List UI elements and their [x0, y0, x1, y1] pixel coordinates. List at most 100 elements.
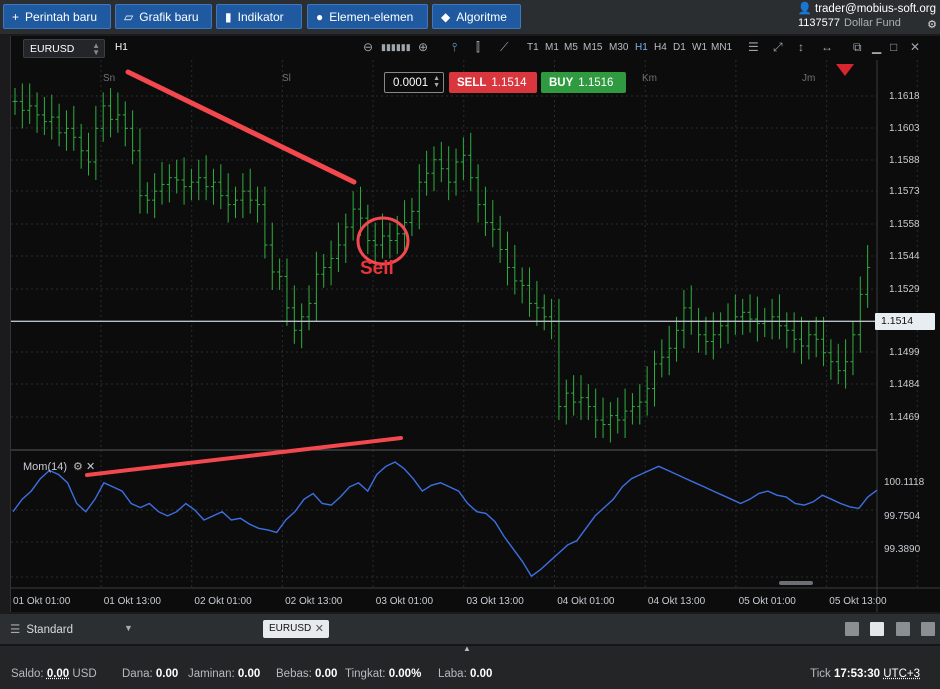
x-tick-label: 05 Okt 01:00 — [739, 596, 797, 607]
jaminan-status: Jaminan: 0.00 — [188, 668, 261, 680]
price-chart[interactable]: 1.1618 1.1603 1.1588 1.1573 1.1558 1.1544 1.15… — [11, 60, 940, 612]
y-tick-label: 1.1588 — [889, 155, 920, 166]
price-bar — [718, 312, 724, 349]
price-bar — [41, 96, 47, 136]
tf-w1[interactable]: W1 — [692, 42, 707, 53]
tab-eurusd[interactable]: EURUSD ✕ — [263, 620, 329, 638]
y-tick-label: 1.1558 — [889, 219, 920, 230]
server-clock: Tick 17:53:30 UTC+3 — [810, 668, 920, 680]
price-bar — [828, 339, 834, 380]
maximize-icon[interactable]: □ — [890, 40, 897, 54]
indicator-button[interactable]: ▮ Indikator — [216, 4, 302, 29]
tf-m1[interactable]: M1 — [545, 42, 559, 53]
horizontal-line-icon[interactable]: ↔ — [821, 40, 833, 54]
price-bar — [291, 285, 297, 344]
tf-m15[interactable]: M15 — [583, 42, 602, 53]
price-bar — [255, 186, 261, 223]
x-tick-label: 02 Okt 13:00 — [285, 596, 343, 607]
y-tick-label: 1.1603 — [889, 123, 920, 134]
layout-columns-icon[interactable] — [896, 622, 910, 636]
tf-h4[interactable]: H4 — [654, 42, 667, 53]
tf-m30[interactable]: M30 — [609, 42, 628, 53]
price-bar — [637, 384, 643, 425]
price-bar — [475, 164, 481, 223]
bar-type-icon[interactable]: ⫯ — [452, 40, 457, 55]
price-bar — [593, 388, 599, 438]
bebas-status: Bebas: 0.00 — [276, 668, 338, 680]
candle-type-icon[interactable]: ⫿ — [476, 40, 480, 55]
draw-line-icon[interactable]: ⤢ — [773, 40, 783, 55]
price-bar — [769, 298, 775, 340]
price-bar — [321, 254, 327, 288]
price-bar — [12, 87, 18, 115]
minimize-icon[interactable]: ▁ — [872, 40, 881, 54]
workspace-selector[interactable]: ☰ Standard — [10, 622, 73, 636]
tf-m5[interactable]: M5 — [564, 42, 578, 53]
price-bar — [19, 83, 25, 129]
popout-icon[interactable]: ⧉ — [853, 40, 862, 55]
price-bar — [850, 321, 856, 376]
price-bar — [857, 276, 863, 353]
indicator-tick-label: 99.7504 — [884, 511, 921, 522]
saldo-status: Saldo: 0.00 USD — [11, 668, 97, 680]
price-bar — [791, 312, 797, 353]
price-bar — [754, 296, 760, 342]
price-bar — [78, 123, 84, 169]
price-bar — [71, 105, 77, 151]
price-bar — [482, 186, 488, 237]
price-bar — [56, 103, 62, 147]
zoom-slider[interactable]: ▮▮▮▮▮▮ — [381, 42, 411, 53]
layout-grid-icon[interactable] — [870, 622, 884, 636]
price-bar — [269, 222, 275, 290]
tf-h1[interactable]: H1 — [635, 42, 648, 53]
x-tick-label: 04 Okt 01:00 — [557, 596, 615, 607]
sell-button[interactable]: SELL 1.1514 — [449, 72, 537, 93]
indicator-settings-icon[interactable]: ☰ — [748, 40, 759, 54]
layout-single-icon[interactable] — [845, 622, 859, 636]
price-bar — [798, 316, 804, 364]
panel-resize-handle[interactable]: ▲ — [463, 644, 477, 653]
price-bar — [453, 148, 459, 196]
chevron-down-icon[interactable]: ▼ — [124, 623, 133, 633]
zoom-in-icon[interactable]: ⊕ — [418, 40, 428, 54]
price-bar — [181, 157, 187, 205]
gear-icon[interactable]: ⚙ — [927, 18, 937, 31]
close-icon[interactable]: ✕ — [910, 40, 920, 54]
new-order-button[interactable]: + Perintah baru — [3, 4, 111, 29]
price-bar — [27, 83, 33, 124]
vertical-line-icon[interactable]: ↕ — [798, 40, 804, 54]
current-price-tag: 1.1514 — [875, 313, 935, 331]
quantity-input[interactable]: 0.0001 ▲ ▼ — [384, 72, 444, 93]
close-icon[interactable]: ✕ — [315, 622, 324, 635]
top-toolbar: + Perintah baru ▱ Grafik baru ▮ Indikato… — [0, 0, 940, 34]
close-icon[interactable]: ✕ — [86, 461, 95, 473]
price-bar — [519, 267, 525, 304]
momentum-line — [12, 461, 878, 578]
timezone-selector[interactable]: UTC+3 — [883, 668, 920, 680]
account-panel[interactable]: 👤 trader@mobius-soft.org 1137577 Dollar F… — [794, 0, 940, 34]
price-bar — [784, 312, 790, 349]
line-type-icon[interactable]: ⟋ — [500, 40, 508, 55]
price-bar — [210, 168, 216, 205]
zoom-out-icon[interactable]: ⊖ — [363, 40, 373, 54]
price-bar — [681, 289, 687, 349]
elements-button[interactable]: ● Elemen-elemen — [307, 4, 428, 29]
price-bar — [571, 375, 577, 416]
symbol-selector[interactable]: EURUSD ▲ ▼ — [23, 39, 105, 58]
price-bar — [585, 384, 591, 421]
tf-t1[interactable]: T1 — [527, 42, 539, 53]
price-bar — [534, 280, 540, 326]
price-bar — [776, 294, 782, 340]
day-label: Sl — [282, 73, 291, 84]
gear-icon[interactable]: ⚙ — [73, 461, 83, 473]
price-bar — [578, 375, 584, 421]
tf-d1[interactable]: D1 — [673, 42, 686, 53]
layout-rows-icon[interactable] — [921, 622, 935, 636]
buy-button[interactable]: BUY 1.1516 — [541, 72, 626, 93]
chart-toolbar: EURUSD ▲ ▼ H1 ⊖ ▮▮▮▮▮▮ ⊕ ⫯ ⫿ ⟋ T1 M1 M5 M… — [11, 36, 940, 60]
price-bar — [821, 316, 827, 367]
algorithm-button[interactable]: ◆ Algoritme — [432, 4, 521, 29]
price-bar — [600, 397, 606, 438]
new-chart-button[interactable]: ▱ Grafik baru — [115, 4, 212, 29]
tf-mn1[interactable]: MN1 — [711, 42, 732, 53]
